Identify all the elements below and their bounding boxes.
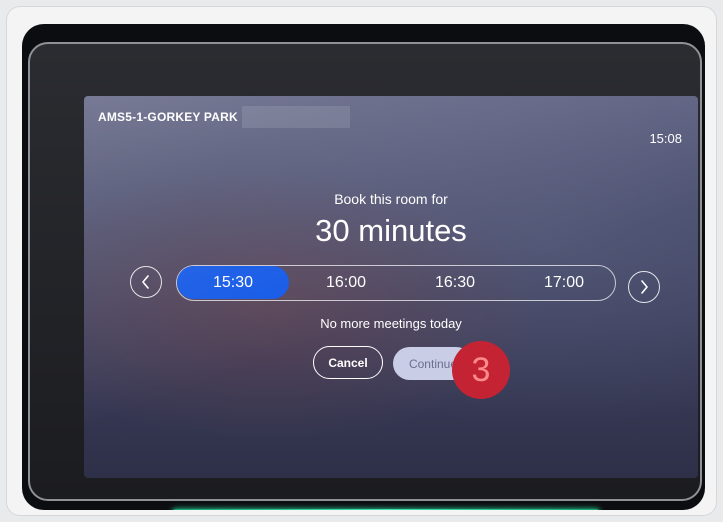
clock: 15:08 bbox=[649, 131, 682, 146]
step-number-badge: 3 bbox=[452, 341, 510, 399]
time-slot-picker: 15:30 16:00 16:30 17:00 bbox=[176, 265, 616, 301]
room-booking-device: AMS5-1-GORKEY PARK 15:08 Book this room … bbox=[22, 24, 705, 510]
room-name: AMS5-1-GORKEY PARK bbox=[98, 110, 238, 124]
meetings-status: No more meetings today bbox=[320, 316, 462, 331]
redacted-area bbox=[242, 106, 350, 128]
touch-screen: AMS5-1-GORKEY PARK 15:08 Book this room … bbox=[84, 96, 698, 478]
cancel-button[interactable]: Cancel bbox=[313, 346, 383, 379]
time-slot[interactable]: 15:30 bbox=[177, 266, 289, 299]
chevron-right-icon bbox=[641, 280, 648, 294]
time-slot[interactable]: 17:00 bbox=[508, 266, 620, 299]
time-slot[interactable]: 16:30 bbox=[399, 266, 511, 299]
prev-slots-button[interactable] bbox=[130, 266, 162, 298]
duration-display: 30 minutes bbox=[315, 213, 467, 248]
book-prompt: Book this room for bbox=[334, 191, 448, 207]
time-slot[interactable]: 16:00 bbox=[290, 266, 402, 299]
status-led-bar bbox=[172, 509, 600, 510]
next-slots-button[interactable] bbox=[628, 271, 660, 303]
chevron-left-icon bbox=[142, 275, 149, 289]
